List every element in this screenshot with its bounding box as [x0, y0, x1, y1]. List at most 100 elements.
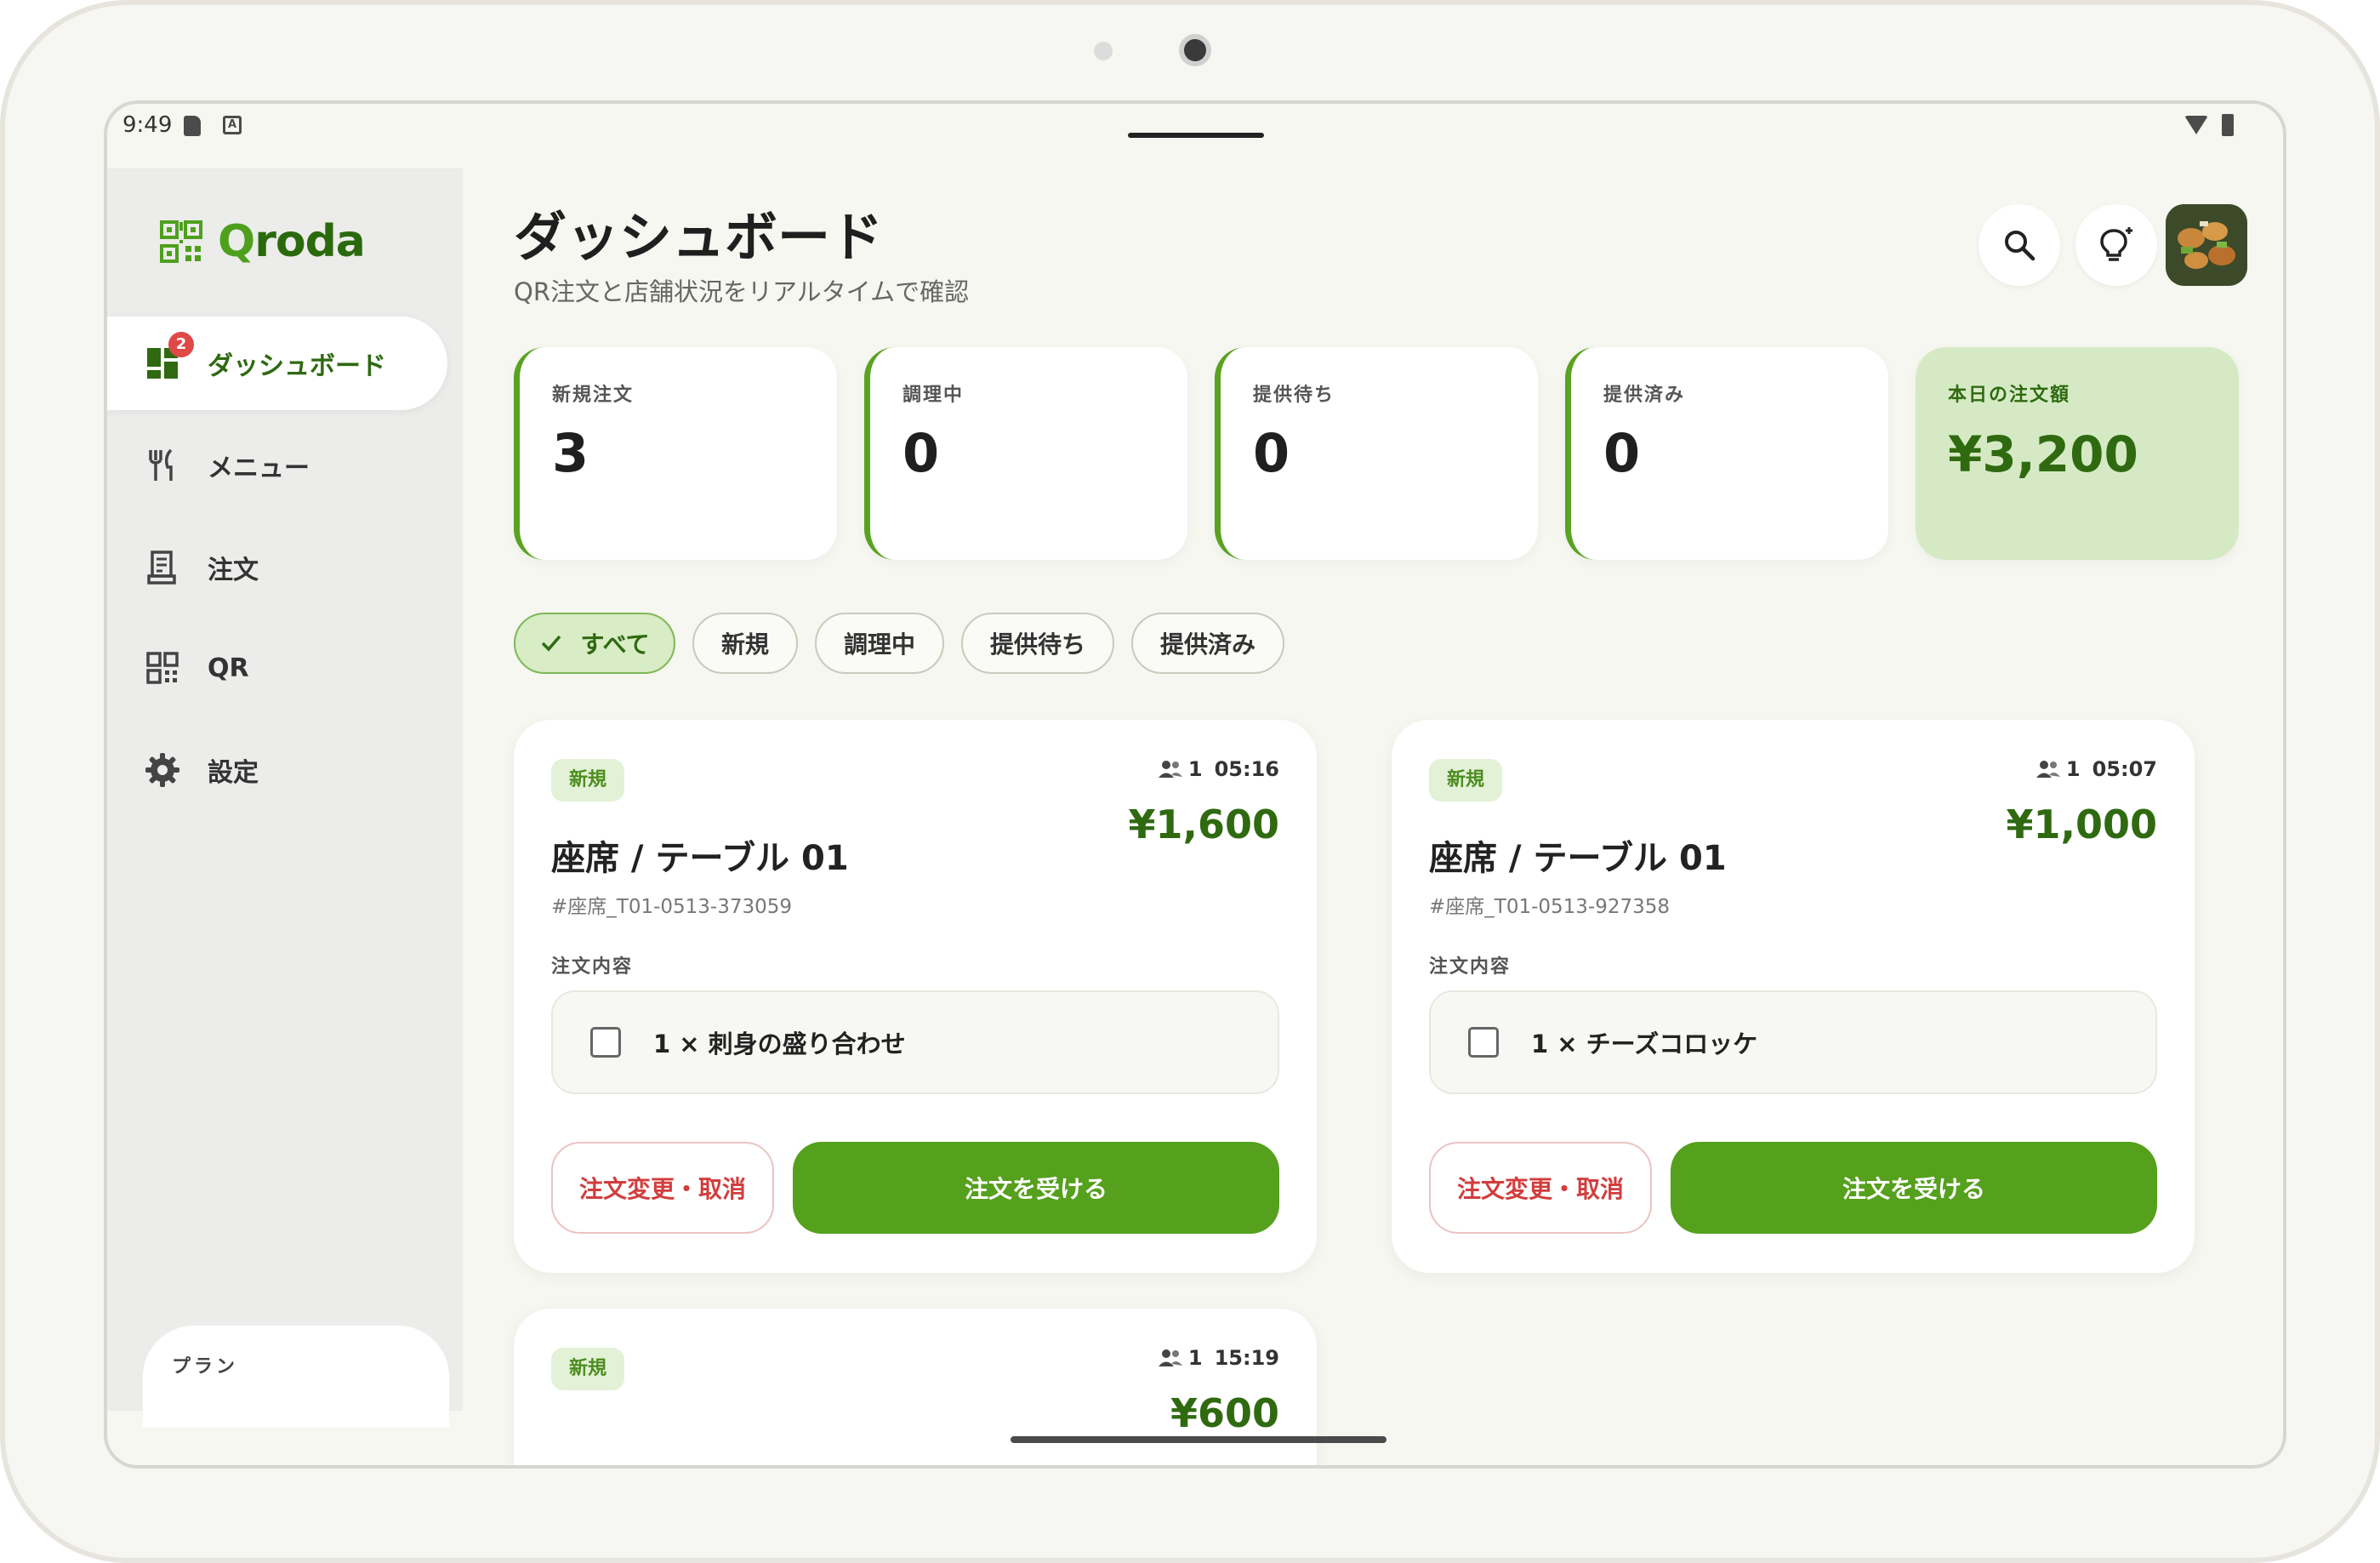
gear-icon — [143, 750, 182, 790]
order-meta: 1 15:19 — [1158, 1346, 1279, 1370]
home-gesture-bar[interactable] — [1011, 1436, 1386, 1443]
order-card: 新規 1 15:19 ¥600 — [514, 1309, 1317, 1465]
sidebar-item-menu[interactable]: メニュー — [107, 419, 447, 512]
people-count: 1 — [2065, 757, 2081, 781]
page-subtitle: QR注文と店舗状況をリアルタイムで確認 — [514, 277, 970, 306]
sd-card-icon — [184, 116, 201, 136]
stat-card-new[interactable]: 新規注文 3 — [514, 347, 837, 560]
notification-badge: 2 — [168, 332, 194, 357]
status-badge: 新規 — [551, 759, 624, 801]
filter-chip-served[interactable]: 提供済み — [1131, 613, 1284, 674]
accept-order-button[interactable]: 注文を受ける — [793, 1142, 1279, 1234]
plan-card[interactable]: プラン — [143, 1326, 449, 1428]
receipt-icon — [143, 548, 182, 587]
status-badge: 新規 — [1429, 759, 1502, 801]
search-icon — [2005, 231, 2036, 261]
sidebar-item-label: 注文 — [208, 556, 259, 585]
avatar[interactable] — [2166, 204, 2247, 286]
item-checkbox[interactable] — [590, 1027, 621, 1058]
order-card: 新規 1 05:16 ¥1,600 座席 / テーブル 01 #座席_T01-0… — [514, 720, 1317, 1273]
status-time: 9:49 — [122, 112, 173, 138]
filter-chip-ready[interactable]: 提供待ち — [961, 613, 1114, 674]
a-indicator-icon: A — [223, 116, 242, 134]
fork-knife-icon — [143, 446, 182, 485]
sidebar-item-orders[interactable]: 注文 — [107, 521, 447, 614]
order-price: ¥1,600 — [1128, 801, 1279, 847]
people-count: 1 — [1187, 1346, 1203, 1370]
sensor-dot — [1094, 42, 1113, 60]
item-text: 1 × 刺身の盛り合わせ — [653, 1030, 906, 1058]
lightbulb-sparkle-icon — [2100, 227, 2132, 261]
main-content: ダッシュボード QR注文と店舗状況をリアルタイムで確認 新規注文 3 調理中 0… — [463, 168, 2283, 1465]
sidebar-item-dashboard[interactable]: 2 ダッシュボード — [107, 317, 447, 410]
status-bar: 9:49 A — [107, 104, 2283, 168]
people-icon — [1158, 761, 1182, 778]
screen: 9:49 A Qroda 2 ダッシュボード メニュー 注文 QR 設定 プラン… — [104, 100, 2286, 1469]
sidebar-item-label: QR — [208, 653, 249, 683]
stat-card-ready[interactable]: 提供待ち 0 — [1215, 347, 1538, 560]
stat-card-served[interactable]: 提供済み 0 — [1565, 347, 1888, 560]
order-price: ¥600 — [1170, 1390, 1279, 1436]
qr-code-icon — [143, 648, 182, 687]
people-icon — [1158, 1349, 1182, 1366]
sidebar-item-label: 設定 — [208, 758, 259, 788]
items-label: 注文内容 — [551, 956, 634, 978]
page-title: ダッシュボード — [514, 206, 884, 268]
items-label: 注文内容 — [1429, 956, 1512, 978]
food-photo-icon — [2166, 204, 2247, 286]
sidebar-item-label: メニュー — [208, 453, 310, 483]
stat-label: 提供待ち — [1253, 385, 1335, 406]
seat-label: 座席 / テーブル 01 — [551, 839, 849, 878]
order-id: #座席_T01-0513-373059 — [551, 896, 793, 918]
stat-label: 新規注文 — [552, 385, 635, 406]
change-cancel-button[interactable]: 注文変更・取消 — [1429, 1142, 1652, 1234]
order-price: ¥1,000 — [2006, 801, 2157, 847]
stat-value: 3 — [552, 422, 589, 484]
sidebar: Qroda 2 ダッシュボード メニュー 注文 QR 設定 プラン — [107, 168, 463, 1428]
sidebar-item-label: ダッシュボード — [208, 351, 386, 381]
stat-value: 0 — [902, 422, 940, 484]
order-id: #座席_T01-0513-927358 — [1429, 896, 1671, 918]
order-item: 1 × チーズコロッケ — [1429, 990, 2157, 1094]
order-item: 1 × 刺身の盛り合わせ — [551, 990, 1279, 1094]
sidebar-item-settings[interactable]: 設定 — [107, 723, 447, 817]
app-name: Qroda — [218, 216, 366, 267]
filter-chip-new[interactable]: 新規 — [692, 613, 798, 674]
tips-button[interactable] — [2075, 204, 2157, 286]
accept-order-button[interactable]: 注文を受ける — [1671, 1142, 2157, 1234]
window-grab-bar[interactable] — [1128, 133, 1264, 138]
change-cancel-button[interactable]: 注文変更・取消 — [551, 1142, 774, 1234]
stat-label: 本日の注文額 — [1948, 385, 2071, 406]
order-meta: 1 05:16 — [1158, 757, 1279, 781]
stat-value: 0 — [1253, 422, 1290, 484]
people-icon — [2036, 761, 2060, 778]
app-logo[interactable]: Qroda — [160, 216, 366, 267]
battery-icon — [2222, 114, 2234, 136]
order-time: 05:07 — [2092, 757, 2157, 781]
dashboard-icon: 2 — [143, 332, 194, 383]
stat-card-daily-total[interactable]: 本日の注文額 ¥3,200 — [1916, 347, 2239, 560]
order-time: 05:16 — [1214, 757, 1279, 781]
search-button[interactable] — [1979, 204, 2060, 286]
sidebar-item-qr[interactable]: QR — [107, 621, 447, 715]
order-time: 15:19 — [1214, 1346, 1279, 1370]
wifi-icon — [2184, 116, 2208, 134]
filter-chip-cooking[interactable]: 調理中 — [815, 613, 944, 674]
stat-card-cooking[interactable]: 調理中 0 — [864, 347, 1187, 560]
check-icon — [541, 635, 561, 652]
filter-chip-all[interactable]: すべて — [514, 613, 675, 674]
tablet-frame: 9:49 A Qroda 2 ダッシュボード メニュー 注文 QR 設定 プラン… — [0, 0, 2380, 1563]
item-text: 1 × チーズコロッケ — [1531, 1030, 1758, 1058]
qr-logo-icon — [160, 220, 202, 263]
stats-row: 新規注文 3 調理中 0 提供待ち 0 提供済み 0 本日の注文額 ¥3,200 — [514, 347, 2249, 560]
stat-value: ¥3,200 — [1948, 425, 2138, 483]
plan-label: プラン — [172, 1356, 239, 1378]
stat-label: 調理中 — [902, 385, 965, 406]
seat-label: 座席 / テーブル 01 — [1429, 839, 1727, 878]
people-count: 1 — [1187, 757, 1203, 781]
stat-label: 提供済み — [1603, 385, 1686, 406]
item-checkbox[interactable] — [1468, 1027, 1499, 1058]
status-badge: 新規 — [551, 1348, 624, 1390]
front-camera — [1179, 34, 1211, 66]
order-meta: 1 05:07 — [2036, 757, 2157, 781]
